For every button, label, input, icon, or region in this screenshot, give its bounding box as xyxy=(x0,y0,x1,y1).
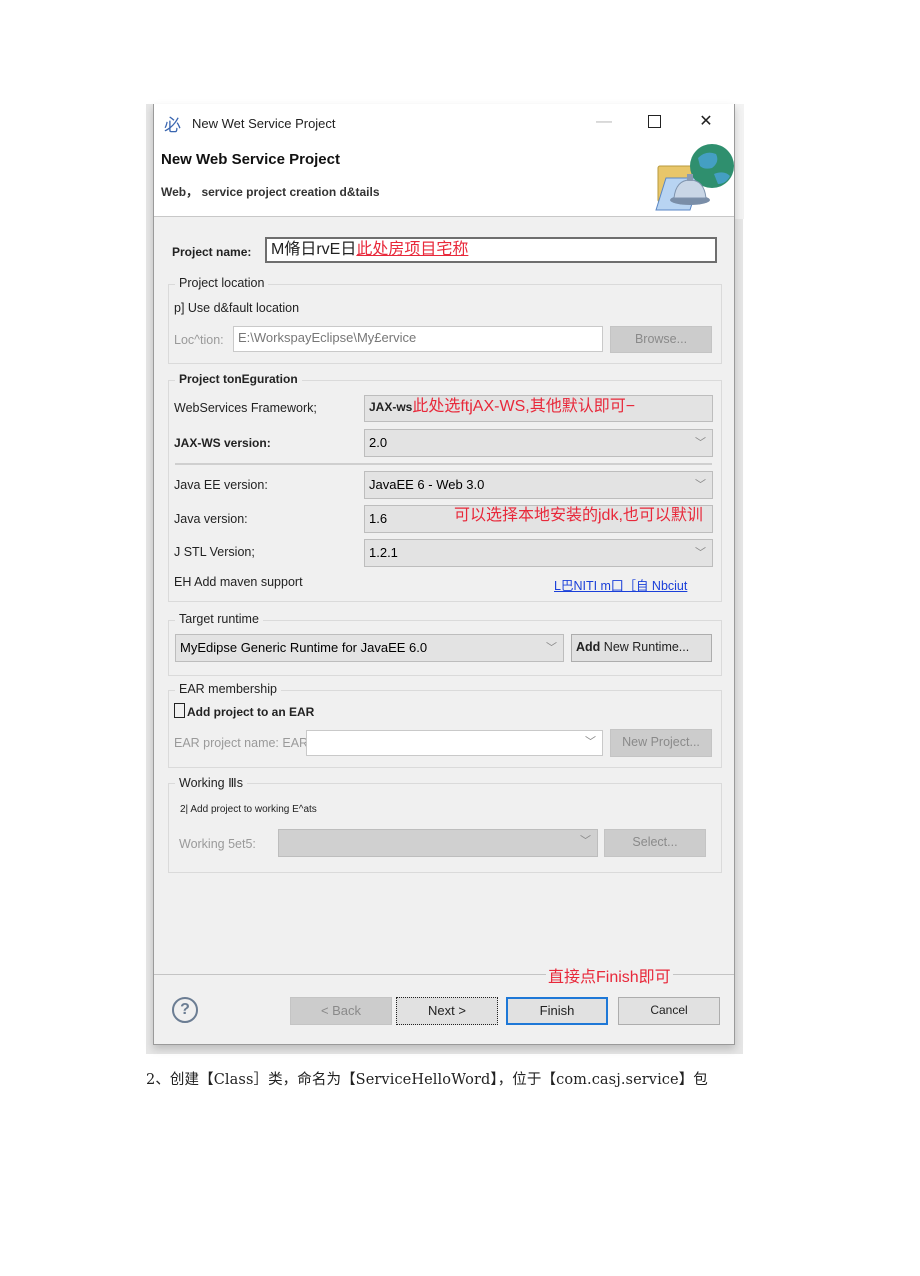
working-sets-title: Working Ⅲs xyxy=(175,775,247,790)
close-button[interactable]: ✕ xyxy=(686,110,726,134)
web-service-wizard-icon xyxy=(655,144,734,211)
framework-annotation: 此处选ftjAX-WS,其他默认即可− xyxy=(412,398,636,415)
framework-label: WebServices Framework; xyxy=(174,401,317,415)
target-runtime-value: MyEdipse Generic Runtime for JavaEE 6.0 xyxy=(180,640,428,655)
back-button[interactable]: < Back xyxy=(290,997,392,1025)
target-runtime-title: Target runtime xyxy=(175,612,263,626)
app-icon: 必 xyxy=(164,116,181,136)
project-configuration-title: Project tonEguration xyxy=(175,372,302,386)
title-bar[interactable]: 必 New Wet Service Project — ✕ xyxy=(154,104,734,140)
ear-project-name-select[interactable]: ﹀ xyxy=(306,730,603,756)
jstl-version-label: J STL Version; xyxy=(174,545,255,559)
ear-membership-title: EAR membership xyxy=(175,682,281,696)
javaee-version-select[interactable]: JavaEE 6 - Web 3.0 ﹀ xyxy=(364,471,713,499)
jaxws-version-value: 2.0 xyxy=(369,435,388,450)
new-web-service-project-dialog: 必 New Wet Service Project — ✕ New Web Se… xyxy=(153,104,735,1045)
framework-select[interactable]: JAX-ws此处选ftjAX-WS,其他默认即可− xyxy=(364,395,713,422)
wizard-subtitle: Web， service project creation d&tails xyxy=(161,185,380,199)
javaee-version-label: Java EE version: xyxy=(174,478,268,492)
document-caption: 2、创建【Class］类，命名为【ServiceHelloWord】，位于【co… xyxy=(146,1072,708,1088)
new-project-button[interactable]: New Project... xyxy=(610,729,712,757)
project-location-title: Project location xyxy=(175,276,269,290)
next-button[interactable]: Next > xyxy=(396,997,498,1025)
ear-project-name-label: EAR project name: EAR xyxy=(174,736,309,750)
chevron-down-icon: ﹀ xyxy=(695,547,706,559)
add-new-runtime-button[interactable]: Add New Runtime... xyxy=(571,634,712,662)
add-new-runtime-bold: Add xyxy=(576,640,601,654)
add-to-ear-label: Add project to an EAR xyxy=(187,705,315,719)
location-input[interactable]: E:\WorkspayEclipse\My£ervice xyxy=(233,326,603,352)
checkbox-icon xyxy=(174,703,185,718)
working-sets-label: Working 5et5: xyxy=(179,837,256,851)
minimize-button[interactable]: — xyxy=(584,110,624,134)
jstl-version-select[interactable]: 1.2.1 ﹀ xyxy=(364,539,713,567)
chevron-down-icon: ﹀ xyxy=(580,835,591,847)
add-maven-support-checkbox[interactable]: EH Add maven support xyxy=(174,575,303,589)
jaxws-version-label: JAX-WS version: xyxy=(174,436,271,450)
framework-value: JAX-ws xyxy=(369,400,413,414)
javaee-version-value: JavaEE 6 - Web 3.0 xyxy=(369,477,485,492)
finish-button[interactable]: Finish xyxy=(506,997,608,1025)
jstl-version-value: 1.2.1 xyxy=(369,545,398,560)
chevron-down-icon: ﹀ xyxy=(585,736,596,748)
working-sets-group: Working Ⅲs xyxy=(168,775,722,873)
working-sets-select[interactable]: ﹀ xyxy=(278,829,598,857)
location-label: Loc^tion: xyxy=(174,333,224,347)
project-name-input[interactable]: M脩日rvE日此处房项目宅称 xyxy=(265,237,717,263)
project-name-annotation: 此处房项目宅称 xyxy=(356,241,469,258)
window-title: New Wet Service Project xyxy=(192,116,336,131)
maven-settings-link[interactable]: L巴NITI m囗［自 Nbciut xyxy=(554,575,687,594)
project-name-label: Project name: xyxy=(172,245,252,259)
configuration-separator xyxy=(175,463,712,465)
java-version-label: Java version: xyxy=(174,512,248,526)
jaxws-version-select[interactable]: 2.0 ﹀ xyxy=(364,429,713,457)
use-default-location-checkbox[interactable]: p] Use d&fault location xyxy=(174,301,299,315)
wizard-title: New Web Service Project xyxy=(161,151,340,168)
project-name-value: M脩日rvE日 xyxy=(271,241,357,258)
select-working-sets-button[interactable]: Select... xyxy=(604,829,706,857)
java-version-value: 1.6 xyxy=(369,511,388,526)
maximize-icon xyxy=(647,115,661,129)
chevron-down-icon: ﹀ xyxy=(695,437,706,449)
maximize-button[interactable] xyxy=(634,110,674,134)
chevron-down-icon: ﹀ xyxy=(546,642,557,654)
help-icon[interactable]: ? xyxy=(172,997,198,1023)
target-runtime-select[interactable]: MyEdipse Generic Runtime for JavaEE 6.0 ﹀ xyxy=(175,634,564,662)
add-to-working-sets-checkbox[interactable]: 2| Add project to working E^ats xyxy=(180,804,317,815)
chevron-down-icon: ﹀ xyxy=(695,479,706,491)
browse-button[interactable]: Browse... xyxy=(610,326,712,353)
add-new-runtime-rest: New Runtime... xyxy=(600,640,690,654)
add-to-ear-checkbox[interactable]: Add project to an EAR xyxy=(174,703,314,719)
wizard-banner: New Web Service Project Web， service pro… xyxy=(154,140,734,217)
cancel-button[interactable]: Cancel xyxy=(618,997,720,1025)
java-version-annotation: 可以选择本地安装的jdk,也可以默训 xyxy=(454,507,703,524)
finish-annotation: 直接点Finish即可 xyxy=(546,963,673,987)
